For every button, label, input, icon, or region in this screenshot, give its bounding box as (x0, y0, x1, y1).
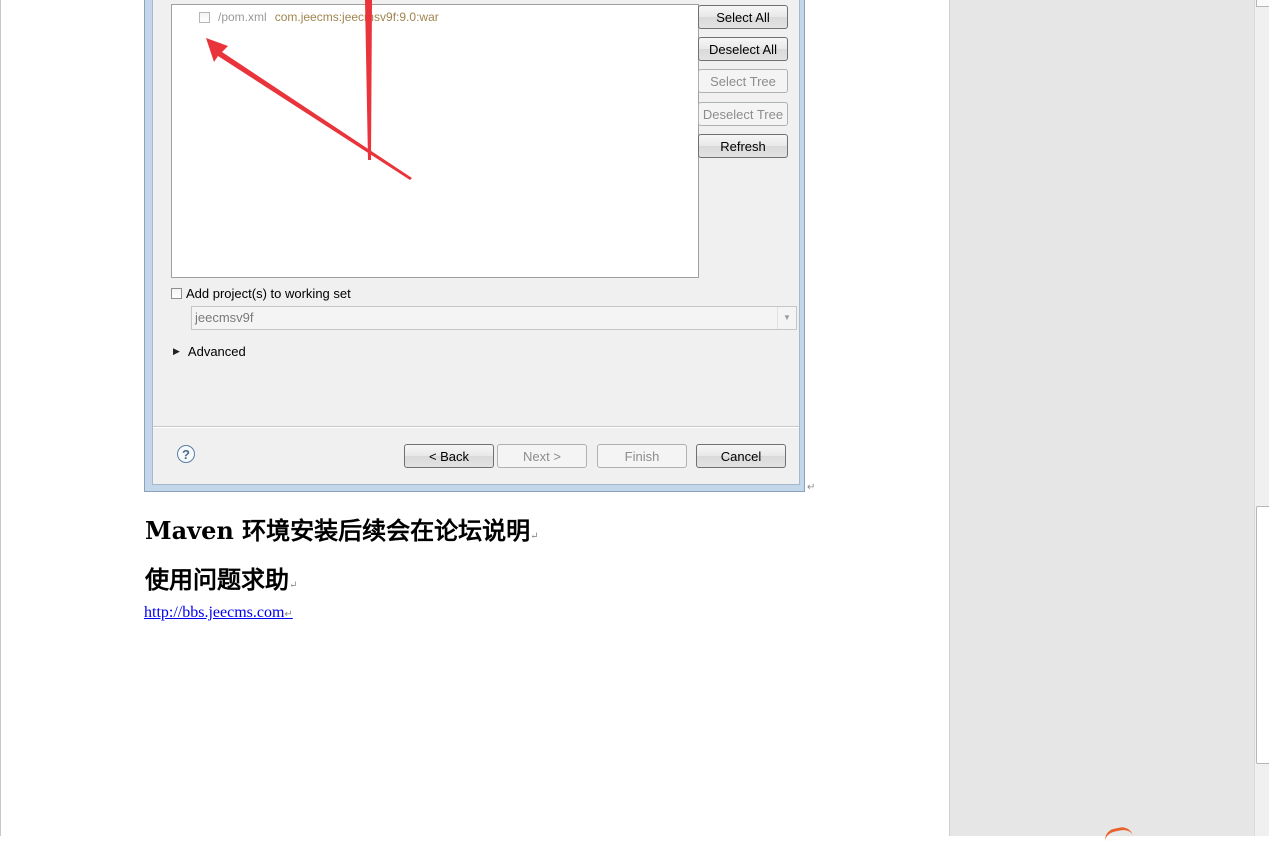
vertical-scrollbar[interactable] (1254, 0, 1269, 836)
footer-separator (153, 426, 799, 428)
scroll-up-button[interactable] (1256, 0, 1269, 7)
checkbox-icon[interactable] (199, 11, 210, 23)
embedded-dialog-screenshot: /pom.xml com.jeecms:jeecmsv9f:9.0:war Se… (144, 0, 805, 492)
paragraph-mark: ↵ (284, 609, 293, 620)
project-row[interactable]: /pom.xml com.jeecms:jeecmsv9f:9.0:war (199, 9, 439, 25)
expand-triangle-icon[interactable]: ▶ (173, 346, 180, 357)
help-icon[interactable]: ? (177, 445, 195, 463)
advanced-section[interactable]: ▶ Advanced (173, 344, 246, 359)
project-artifact: com.jeecms:jeecmsv9f:9.0:war (274, 10, 439, 24)
back-button[interactable]: < Back (404, 444, 494, 468)
heading-maven-note-text: Maven 环境安装后续会在论坛说明 (145, 516, 531, 545)
project-path: /pom.xml (218, 10, 267, 24)
dialog-frame-left (145, 0, 152, 491)
forum-link-line: http://bbs.jeecms.com↵ (144, 604, 293, 622)
finish-button[interactable]: Finish (597, 444, 687, 468)
cancel-button[interactable]: Cancel (696, 444, 786, 468)
paragraph-mark: ↵ (289, 580, 298, 591)
side-pane (949, 0, 1255, 836)
refresh-button[interactable]: Refresh (698, 134, 788, 158)
working-set-label: Add project(s) to working set (186, 285, 351, 301)
advanced-label: Advanced (187, 344, 246, 359)
deselect-tree-button[interactable]: Deselect Tree (698, 102, 788, 126)
heading-help: 使用问题求助↵ (145, 560, 297, 595)
deselect-all-button[interactable]: Deselect All (698, 37, 788, 61)
dialog-frame-bottom (145, 485, 804, 491)
next-button[interactable]: Next > (497, 444, 587, 468)
select-tree-button[interactable]: Select Tree (698, 69, 788, 93)
image-paragraph-mark: ↵ (807, 482, 816, 493)
scrollbar-thumb[interactable] (1256, 506, 1269, 764)
working-set-checkbox-icon[interactable] (171, 287, 182, 299)
dialog-body: /pom.xml com.jeecms:jeecmsv9f:9.0:war Se… (152, 0, 800, 485)
working-set-row[interactable]: Add project(s) to working set (171, 285, 351, 301)
working-set-combo-value: jeecmsv9f (195, 310, 254, 325)
select-all-button[interactable]: Select All (698, 5, 788, 29)
heading-maven-note: Maven 环境安装后续会在论坛说明↵ (145, 511, 539, 546)
dropdown-arrow-icon[interactable]: ▼ (777, 307, 796, 329)
working-set-combo[interactable]: jeecmsv9f ▼ (191, 306, 797, 330)
paragraph-mark: ↵ (530, 531, 539, 542)
projects-list: /pom.xml com.jeecms:jeecmsv9f:9.0:war (171, 4, 699, 278)
forum-link[interactable]: http://bbs.jeecms.com (144, 604, 284, 621)
heading-help-text: 使用问题求助 (145, 565, 289, 594)
